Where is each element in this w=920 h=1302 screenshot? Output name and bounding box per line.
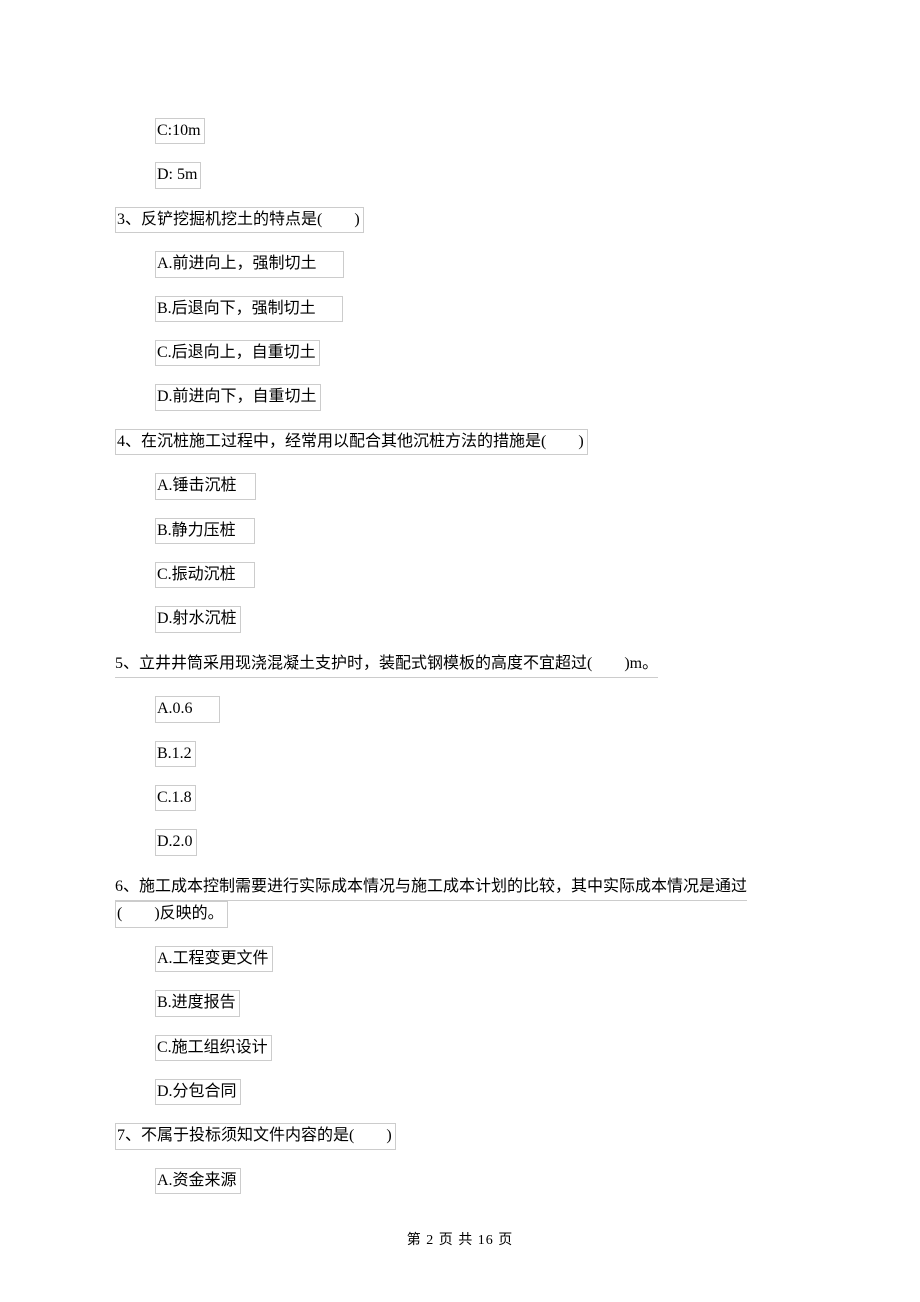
question-5-stem: 5、立井井筒采用现浇混凝土支护时，装配式钢模板的高度不宜超过( )m。 xyxy=(115,651,658,679)
question-6-option-d: D.分包合同 xyxy=(155,1079,241,1105)
question-5-option-a: A.0.6 xyxy=(155,696,220,722)
question-3-stem: 3、反铲挖掘机挖土的特点是( ) xyxy=(115,207,364,233)
question-4-option-c: C.振动沉桩 xyxy=(155,562,255,588)
question-4-option-b: B.静力压桩 xyxy=(155,518,255,544)
question-5-option-c: C.1.8 xyxy=(155,785,196,811)
question-4-option-d: D.射水沉桩 xyxy=(155,606,241,632)
question-7-stem: 7、不属于投标须知文件内容的是( ) xyxy=(115,1123,396,1149)
question-6-stem-line2: ( )反映的。 xyxy=(115,901,228,927)
option-c: C:10m xyxy=(155,118,205,144)
question-6-stem-line1: 6、施工成本控制需要进行实际成本情况与施工成本计划的比较，其中实际成本情况是通过 xyxy=(115,874,747,902)
question-6-option-b: B.进度报告 xyxy=(155,990,240,1016)
question-3-option-c: C.后退向上，自重切土 xyxy=(155,340,320,366)
question-4-option-a: A.锤击沉桩 xyxy=(155,473,256,499)
question-3-option-a: A.前进向上，强制切土 xyxy=(155,251,344,277)
question-4-stem: 4、在沉桩施工过程中，经常用以配合其他沉桩方法的措施是( ) xyxy=(115,429,588,455)
question-7-option-a: A.资金来源 xyxy=(155,1168,241,1194)
question-6-option-c: C.施工组织设计 xyxy=(155,1035,272,1061)
question-5-option-b: B.1.2 xyxy=(155,741,196,767)
question-6-option-a: A.工程变更文件 xyxy=(155,946,273,972)
question-3-option-d: D.前进向下，自重切土 xyxy=(155,384,321,410)
option-d: D: 5m xyxy=(155,162,201,188)
page-footer: 第 2 页 共 16 页 xyxy=(0,1230,920,1252)
question-5-option-d: D.2.0 xyxy=(155,829,197,855)
question-3-option-b: B.后退向下，强制切土 xyxy=(155,296,343,322)
